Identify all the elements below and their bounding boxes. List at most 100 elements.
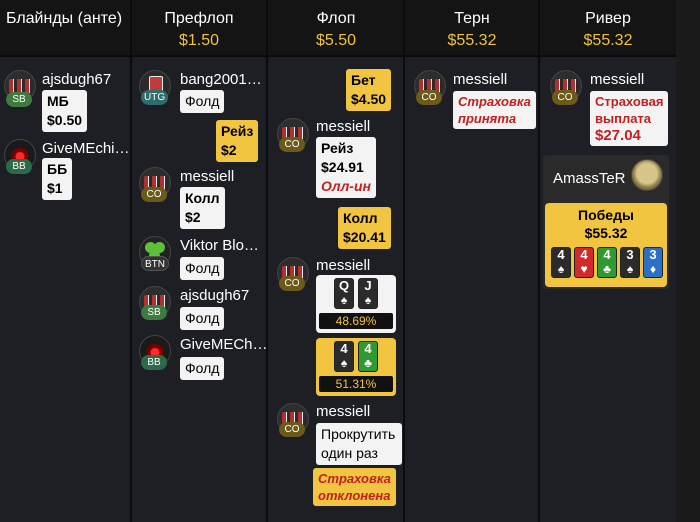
action-label: МБ: [47, 93, 69, 109]
heart-icon: ♥: [580, 262, 588, 276]
header-flop: Флоп $5.50: [268, 0, 404, 57]
column-divider: [403, 0, 405, 522]
equity-label: 51.31%: [319, 376, 393, 392]
column-divider: [130, 0, 132, 522]
player-name[interactable]: messiell: [590, 71, 644, 88]
player-name[interactable]: Viktor Blo…: [180, 237, 259, 254]
position-badge: CO: [279, 422, 305, 437]
player-name[interactable]: GiveMEchi…: [42, 140, 130, 157]
action-label: ББ: [47, 161, 68, 177]
insurance-payout: Страховая выплата $27.04: [590, 91, 669, 146]
header-turn-pot: $55.32: [447, 32, 497, 49]
action-bubble: МБ $0.50: [42, 90, 88, 132]
action-amount: $2: [221, 142, 237, 158]
insurance-line: Страховка: [318, 471, 391, 486]
action-bubble: Бет $4.50: [346, 69, 392, 111]
column-divider: [538, 0, 540, 522]
action-bubble: ББ $1: [42, 158, 73, 200]
player-name[interactable]: GiveMECh…: [180, 336, 268, 353]
diamond-icon: ♦: [649, 262, 657, 276]
action-amount: $20.41: [343, 229, 386, 245]
action-amount: $24.91: [321, 159, 364, 175]
player-name[interactable]: ajsdugh67: [42, 71, 111, 88]
player-name[interactable]: messiell: [316, 257, 370, 274]
position-badge: BTN: [141, 256, 169, 271]
header-turn: Терн $55.32: [405, 0, 539, 57]
card-rank: 4: [580, 247, 588, 262]
card-rank: 3: [649, 247, 657, 262]
action-bubble: Колл $20.41: [338, 207, 391, 249]
playing-card: 3 ♠: [620, 247, 640, 278]
card-rank: 4: [603, 247, 611, 262]
header-river: Ривер $55.32: [540, 0, 676, 57]
club-icon: ♣: [364, 356, 372, 370]
playing-card: 3 ♦: [643, 247, 663, 278]
playing-card: 4 ♣: [597, 247, 617, 278]
action-bubble: Фолд: [180, 357, 225, 380]
allin-label: Олл-ин: [321, 178, 371, 194]
player-name[interactable]: messiell: [453, 71, 507, 88]
action-amount: $0.50: [47, 112, 83, 128]
street-header: Блайнды (анте) Префлоп $1.50 Флоп $5.50 …: [0, 0, 700, 57]
spade-icon: ♠: [626, 262, 634, 276]
position-badge: CO: [416, 90, 442, 105]
action-bubble: Прокрутить один раз: [316, 423, 402, 465]
win-amount: $55.32: [584, 225, 628, 241]
playing-card: Q ♠: [334, 278, 354, 309]
win-box: Победы $55.32 4 ♠ 4 ♥ 4 ♣ 3 ♠ 3 ♦: [545, 203, 667, 287]
spade-icon: ♠: [364, 293, 372, 307]
insurance-line: Страховка: [458, 94, 531, 109]
action-label: Рейз: [221, 123, 254, 139]
player-name[interactable]: messiell: [316, 118, 370, 135]
player-name[interactable]: AmassTeR: [553, 170, 626, 187]
chips-icon: [9, 79, 33, 93]
action-amount: $4.50: [351, 91, 387, 107]
header-flop-pot: $5.50: [315, 32, 357, 49]
action-bubble: Рейз $24.91 Олл-ин: [316, 137, 376, 198]
header-blinds: Блайнды (анте): [0, 0, 130, 57]
avatar[interactable]: [631, 159, 663, 191]
action-line: Прокрутить: [321, 426, 396, 442]
spade-icon: ♠: [340, 356, 348, 370]
position-badge: CO: [279, 137, 305, 152]
insurance-line: отклонена: [318, 488, 391, 503]
header-turn-label: Терн: [454, 10, 490, 27]
position-badge: SB: [6, 92, 32, 107]
header-preflop: Префлоп $1.50: [131, 0, 267, 57]
action-amount: $1: [47, 180, 63, 196]
opponent-cards: 4 ♠ 4 ♣ 51.31%: [316, 338, 396, 396]
insurance-line: выплата: [595, 111, 652, 126]
player-name[interactable]: bang2001…: [180, 71, 262, 88]
player-name[interactable]: ajsdugh67: [180, 287, 249, 304]
card-rank: J: [364, 278, 372, 293]
win-label: Победы: [578, 207, 634, 223]
hole-cards: Q ♠ J ♠ 48.69%: [316, 275, 396, 333]
scrollbar-track[interactable]: [676, 0, 700, 522]
card-rank: 4: [364, 341, 372, 356]
playing-card: 4 ♠: [334, 341, 354, 372]
winner-panel: AmassTeR Победы $55.32 4 ♠ 4 ♥ 4 ♣ 3 ♠ 3 ♦: [543, 155, 669, 289]
player-name[interactable]: messiell: [180, 168, 234, 185]
spade-icon: ♠: [557, 262, 565, 276]
action-bubble: Фолд: [180, 90, 225, 113]
playing-card: J ♠: [358, 278, 378, 309]
insurance-status: Страховка принята: [453, 91, 536, 129]
position-badge: CO: [279, 276, 305, 291]
card-rank: 3: [626, 247, 634, 262]
header-flop-label: Флоп: [316, 10, 356, 27]
player-name[interactable]: messiell: [316, 403, 370, 420]
card-rank: Q: [338, 278, 350, 293]
playing-card: 4 ♠: [551, 247, 571, 278]
position-badge: BB: [6, 159, 32, 174]
card-rank: 4: [557, 247, 565, 262]
payout-amount: $27.04: [595, 127, 641, 144]
header-blinds-label: Блайнды (анте): [6, 10, 123, 27]
header-preflop-label: Префлоп: [164, 10, 234, 27]
insurance-line: Страховая: [595, 94, 664, 109]
position-badge: CO: [552, 90, 578, 105]
position-badge: CO: [141, 187, 167, 202]
position-badge: BB: [141, 355, 167, 370]
playing-card: 4 ♥: [574, 247, 594, 278]
action-amount: $2: [185, 209, 201, 225]
position-badge: UTG: [141, 90, 169, 105]
